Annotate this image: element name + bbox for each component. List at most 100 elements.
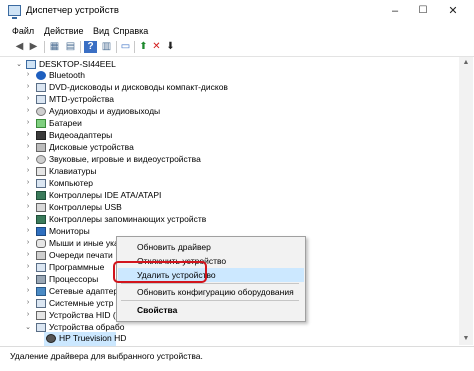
tree-item-label: HP Truevision HD — [59, 333, 127, 343]
help-icon[interactable]: ? — [84, 41, 97, 53]
tree-item-label: Сетевые адаптеры — [49, 286, 125, 296]
menu-action[interactable]: Действие — [44, 26, 84, 36]
chevron-right-icon[interactable]: › — [24, 107, 32, 114]
chevron-right-icon[interactable]: › — [24, 131, 32, 138]
menu-item-label: Обновить конфигурацию оборудования — [137, 287, 294, 297]
chevron-right-icon[interactable]: › — [24, 167, 32, 174]
chevron-right-icon[interactable]: › — [24, 227, 32, 234]
menu-help[interactable]: Справка — [113, 26, 148, 36]
device-manager-window: Диспетчер устройств – ☐ ✕ Файл Действие … — [0, 0, 474, 371]
tree-item-label: DVD-дисководы и дисководы компакт-дисков — [49, 82, 228, 92]
tree-item-label: MTD-устройства — [49, 94, 115, 104]
tree-item-label: Компьютер — [49, 178, 93, 188]
display-adapter-icon — [36, 131, 46, 140]
mouse-icon — [36, 239, 46, 248]
dvd-drive-icon — [36, 83, 46, 92]
camera-icon — [36, 323, 46, 332]
system-device-icon — [36, 299, 46, 308]
tree-item-label: Bluetooth — [49, 70, 85, 80]
scan-hardware-icon[interactable]: ▭ — [119, 41, 132, 53]
tree-item-label: Системные устр — [49, 298, 114, 308]
show-tree-icon[interactable]: ▦ — [48, 41, 61, 53]
chevron-right-icon[interactable]: › — [24, 179, 32, 186]
chevron-right-icon[interactable]: › — [24, 119, 32, 126]
minimize-button[interactable]: – — [383, 3, 407, 19]
highlight-frame — [113, 261, 207, 283]
chevron-right-icon[interactable]: › — [24, 275, 32, 282]
tree-item-label: Устройства HID ( — [49, 310, 116, 320]
chevron-right-icon[interactable]: › — [24, 299, 32, 306]
usb-icon — [36, 203, 46, 212]
device-manager-icon — [8, 5, 21, 19]
scroll-down-icon[interactable]: ▼ — [459, 333, 473, 345]
storage-controller-icon — [36, 215, 46, 224]
tree-item-label: Дисковые устройства — [49, 142, 134, 152]
back-arrow-icon[interactable]: ◀ — [13, 41, 26, 53]
properties-item[interactable]: Свойства — [118, 303, 304, 317]
close-button[interactable]: ✕ — [441, 3, 465, 19]
tree-item-label: Батареи — [49, 118, 82, 128]
menu-view[interactable]: Вид — [93, 26, 109, 36]
update-driver-item[interactable]: Обновить драйвер — [118, 240, 304, 254]
chevron-right-icon[interactable]: › — [24, 215, 32, 222]
uninstall-device-icon[interactable]: ✕ — [150, 41, 163, 53]
tree-item-label: Контроллеры запоминающих устройств — [49, 214, 207, 224]
tree-root-label: DESKTOP-SI44EEL — [39, 59, 116, 69]
menu-item-label: Обновить драйвер — [137, 242, 211, 252]
speaker-icon — [36, 107, 46, 116]
menu-separator — [121, 283, 299, 284]
chevron-right-icon[interactable]: › — [24, 143, 32, 150]
monitor-icon — [36, 227, 46, 236]
computer-icon — [36, 179, 46, 188]
chevron-down-icon[interactable]: ⌄ — [24, 323, 32, 331]
status-bar: Удаление драйвера для выбранного устройс… — [0, 346, 474, 371]
chevron-right-icon[interactable]: › — [24, 311, 32, 318]
tree-item-label: Очереди печати — [49, 250, 113, 260]
tree-item-webcam-selected[interactable]: HP Truevision HD — [44, 332, 126, 346]
chevron-right-icon[interactable]: › — [24, 263, 32, 270]
chevron-down-icon[interactable]: ⌄ — [15, 60, 23, 68]
tree-item-label: Аудиовходы и аудиовыходы — [49, 106, 161, 116]
processor-icon — [36, 275, 46, 284]
chevron-right-icon[interactable]: › — [24, 191, 32, 198]
vertical-scrollbar[interactable]: ▲ ▼ — [459, 57, 473, 345]
chevron-right-icon[interactable]: › — [24, 251, 32, 258]
details-icon[interactable]: ▥ — [100, 41, 113, 53]
status-text: Удаление драйвера для выбранного устройс… — [10, 351, 203, 361]
tree-item-label: Контроллеры USB — [49, 202, 122, 212]
tree-item-label: Процессоры — [49, 274, 99, 284]
chevron-right-icon[interactable]: › — [24, 287, 32, 294]
menu-item-label: Свойства — [137, 305, 178, 315]
chevron-right-icon[interactable]: › — [24, 239, 32, 246]
tree-item-label: Контроллеры IDE ATA/ATAPI — [49, 190, 162, 200]
maximize-button[interactable]: ☐ — [411, 3, 435, 19]
bluetooth-icon — [36, 71, 46, 80]
chevron-right-icon[interactable]: › — [24, 71, 32, 78]
disable-device-icon[interactable]: ⬇ — [164, 41, 177, 53]
window-title: Диспетчер устройств — [26, 5, 119, 16]
title-bar: Диспетчер устройств – ☐ ✕ — [0, 0, 474, 22]
chevron-right-icon[interactable]: › — [24, 203, 32, 210]
hid-icon — [36, 311, 46, 320]
update-driver-icon[interactable]: ⬆ — [137, 41, 150, 53]
menu-file[interactable]: Файл — [12, 26, 34, 36]
printer-icon — [36, 251, 46, 260]
toolbar-separator — [134, 41, 135, 53]
scroll-up-icon[interactable]: ▲ — [459, 57, 473, 69]
properties-icon[interactable]: ▤ — [64, 41, 77, 53]
tree-item-label: Программные — [49, 262, 105, 272]
menu-bar: Файл Действие Вид Справка — [0, 24, 474, 38]
chevron-right-icon[interactable]: › — [24, 83, 32, 90]
toolbar-separator — [116, 41, 117, 53]
chevron-right-icon[interactable]: › — [24, 155, 32, 162]
battery-icon — [36, 119, 46, 128]
webcam-icon — [46, 334, 56, 343]
mtd-device-icon — [36, 95, 46, 104]
tree-item-label: Видеоадаптеры — [49, 130, 113, 140]
sound-icon — [36, 155, 46, 164]
network-adapter-icon — [36, 287, 46, 296]
software-device-icon — [36, 263, 46, 272]
forward-arrow-icon[interactable]: ▶ — [27, 41, 40, 53]
chevron-right-icon[interactable]: › — [24, 95, 32, 102]
scan-hardware-item[interactable]: Обновить конфигурацию оборудования — [118, 285, 304, 299]
